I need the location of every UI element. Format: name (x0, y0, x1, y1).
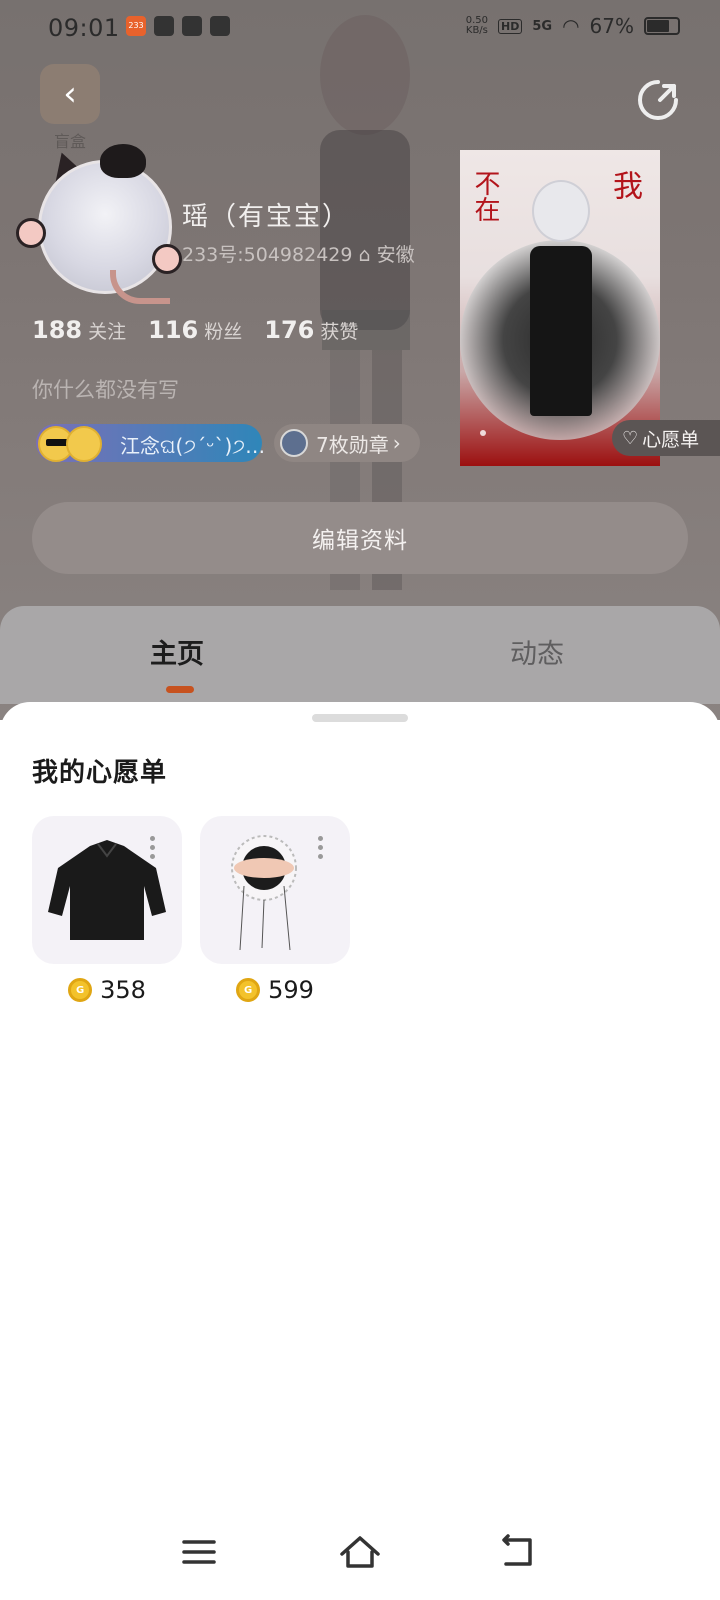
tab-indicator (166, 686, 194, 693)
coin-icon: G (68, 978, 93, 1002)
wifi-icon: ◠ (562, 14, 580, 38)
paw-icon (16, 218, 46, 248)
stat-label: 关注 (88, 321, 127, 343)
friend-chip[interactable]: 江念ଘ(੭ˊᵕˋ)੭… (36, 424, 266, 462)
character-body (530, 246, 592, 416)
price-value: 358 (100, 976, 146, 1004)
price-value: 599 (268, 976, 314, 1004)
avatar[interactable] (14, 140, 182, 310)
profile-uid[interactable]: 233号:504982429 ⌂ 安徽 (182, 240, 415, 267)
smile-emoji-icon (66, 426, 102, 462)
phone-icon (210, 16, 230, 36)
wishlist-sheet: 我的心愿单 G 358 G 599 (0, 702, 720, 1600)
character-head (532, 180, 590, 242)
battery-percent: 67% (589, 14, 634, 38)
wishlist-chip[interactable]: ♡ 心愿单 (612, 420, 720, 456)
item-price: G 599 (200, 976, 350, 1004)
hand-accessory-icon (231, 835, 297, 951)
badges-count: 7枚勋章 (316, 432, 389, 457)
friend-name: 江念ଘ(੭ˊᵕˋ)੭… (120, 434, 266, 458)
badge-icon (280, 429, 308, 457)
shirt-icon (48, 840, 166, 940)
back-arrow-icon: ‹ (63, 74, 77, 114)
carousel-dot (480, 430, 486, 436)
stat-label: 获赞 (320, 321, 359, 343)
mail-icon (182, 16, 202, 36)
more-icon[interactable] (318, 836, 324, 866)
notification-icons: 233 (126, 16, 230, 36)
tab-home[interactable]: 主页 (150, 632, 204, 671)
battery-icon (644, 17, 680, 35)
home-icon[interactable] (338, 1530, 382, 1574)
outfit-preview[interactable]: 不在 我 (460, 150, 660, 466)
stat-following[interactable]: 188 关注 (32, 316, 126, 344)
calligraphy-decoration: 我 (607, 170, 642, 200)
wishlist-item[interactable]: G 599 (200, 816, 350, 1004)
stat-likes[interactable]: 176 获赞 (264, 316, 358, 344)
profile-stats: 188 关注 116 粉丝 176 获赞 (32, 316, 358, 344)
status-right: 0.50 KB/s HD 5G ◠ 67% (466, 14, 680, 38)
calligraphy-decoration: 不在 (470, 170, 500, 222)
status-bar: 09:01 233 0.50 KB/s HD 5G ◠ 67% (0, 0, 720, 56)
stat-value: 116 (148, 316, 199, 344)
stat-label: 粉丝 (204, 321, 243, 343)
link-icon (154, 16, 174, 36)
drag-handle[interactable] (312, 714, 408, 722)
coin-icon: G (236, 978, 261, 1002)
heart-icon: ♡ (622, 427, 639, 449)
item-price: G 358 (32, 976, 182, 1004)
profile-name: 瑶（有宝宝） (182, 202, 351, 232)
system-nav-bar (0, 1500, 720, 1600)
wishlist-item[interactable]: G 358 (32, 816, 182, 1004)
item-thumbnail (32, 816, 182, 964)
chevron-right-icon: › (392, 431, 401, 455)
app-233-icon: 233 (126, 16, 146, 36)
edit-profile-button[interactable]: 编辑资料 (32, 502, 688, 574)
bow-decoration (100, 144, 146, 178)
item-thumbnail (200, 816, 350, 964)
net-speed: 0.50 KB/s (465, 15, 489, 36)
back-icon[interactable] (496, 1530, 540, 1574)
back-button[interactable]: ‹ (40, 64, 100, 124)
stat-value: 188 (32, 316, 83, 344)
stat-followers[interactable]: 116 粉丝 (148, 316, 242, 344)
wishlist-title: 我的心愿单 (32, 758, 168, 788)
status-time: 09:01 (48, 14, 120, 42)
stat-value: 176 (264, 316, 315, 344)
share-button[interactable] (636, 78, 680, 122)
profile-tabs: 主页 动态 (0, 606, 720, 704)
profile-bio: 你什么都没有写 (32, 378, 179, 402)
tail-decoration (110, 270, 170, 304)
tab-feed[interactable]: 动态 (510, 632, 564, 671)
hd-icon: HD (498, 18, 523, 34)
signal-icon: 5G (532, 18, 553, 34)
badges-chip[interactable]: 7枚勋章 › (274, 424, 420, 462)
menu-icon[interactable] (178, 1530, 222, 1574)
more-icon[interactable] (150, 836, 156, 866)
wishlist-chip-label: 心愿单 (642, 428, 700, 451)
